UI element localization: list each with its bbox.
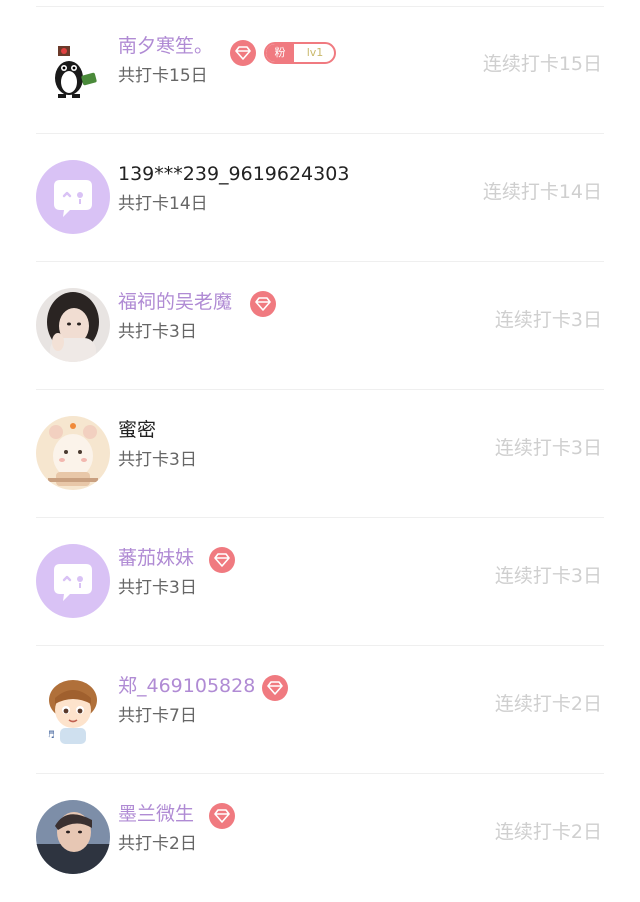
list-item[interactable]: 蜜密 共打卡3日 连续打卡3日 — [0, 390, 640, 518]
streak-checkin-days: 连续打卡15日 — [482, 53, 602, 75]
user-name[interactable]: 南夕寒笙。 — [118, 34, 213, 58]
user-name[interactable]: 139***239_9619624303 — [118, 162, 349, 186]
fan-level-badge: 粉 lv1 — [264, 42, 336, 64]
list-item[interactable]: 福祠的吴老魔 共打卡3日 连续打卡3日 — [0, 262, 640, 390]
panda-avatar-icon — [36, 32, 110, 106]
hamster-avatar-icon — [36, 416, 110, 490]
user-name[interactable]: 蜜密 — [118, 418, 156, 442]
total-checkin-days: 共打卡7日 — [118, 706, 197, 726]
avatar[interactable] — [36, 160, 110, 234]
total-checkin-days: 共打卡3日 — [118, 450, 197, 470]
streak-checkin-days: 连续打卡3日 — [494, 565, 602, 587]
user-name[interactable]: 墨兰微生 — [118, 802, 194, 826]
total-checkin-days: 共打卡3日 — [118, 578, 197, 598]
streak-checkin-days: 连续打卡3日 — [494, 309, 602, 331]
diamond-vip-icon — [262, 675, 288, 701]
list-item[interactable]: 墨兰微生 共打卡2日 连续打卡2日 — [0, 774, 640, 902]
diamond-vip-icon — [209, 547, 235, 573]
avatar[interactable] — [36, 544, 110, 618]
photo-avatar-girl-icon — [36, 288, 110, 362]
streak-checkin-days: 连续打卡2日 — [494, 821, 602, 843]
svg-text:♬: ♬ — [46, 730, 55, 741]
user-name[interactable]: 福祠的吴老魔 — [118, 290, 232, 314]
cartoon-boy-avatar-icon: ♬ — [36, 672, 110, 746]
diamond-vip-icon — [230, 40, 256, 66]
photo-avatar-man-icon — [36, 800, 110, 874]
diamond-vip-icon — [250, 291, 276, 317]
total-checkin-days: 共打卡14日 — [118, 194, 208, 214]
list-item[interactable]: 南夕寒笙。 粉 lv1 共打卡15日 连续打卡15日 — [0, 6, 640, 134]
user-name[interactable]: 郑_469105828 — [118, 674, 255, 698]
fan-badge-label: 粉 — [266, 44, 294, 62]
streak-checkin-days: 连续打卡2日 — [494, 693, 602, 715]
default-chat-avatar-icon — [36, 160, 110, 234]
fan-badge-level: lv1 — [306, 46, 324, 59]
total-checkin-days: 共打卡3日 — [118, 322, 197, 342]
avatar[interactable] — [36, 800, 110, 874]
streak-checkin-days: 连续打卡14日 — [482, 181, 602, 203]
avatar[interactable] — [36, 32, 110, 106]
diamond-vip-icon — [209, 803, 235, 829]
list-item[interactable]: 蕃茄妹妹 共打卡3日 连续打卡3日 — [0, 518, 640, 646]
total-checkin-days: 共打卡15日 — [118, 66, 208, 86]
streak-checkin-days: 连续打卡3日 — [494, 437, 602, 459]
list-item[interactable]: 139***239_9619624303 共打卡14日 连续打卡14日 — [0, 134, 640, 262]
avatar[interactable] — [36, 416, 110, 490]
list-item[interactable]: ♬ 郑_469105828 共打卡7日 连续打卡2日 — [0, 646, 640, 774]
avatar[interactable]: ♬ — [36, 672, 110, 746]
avatar[interactable] — [36, 288, 110, 362]
default-chat-avatar-icon — [36, 544, 110, 618]
user-name[interactable]: 蕃茄妹妹 — [118, 546, 194, 570]
total-checkin-days: 共打卡2日 — [118, 834, 197, 854]
